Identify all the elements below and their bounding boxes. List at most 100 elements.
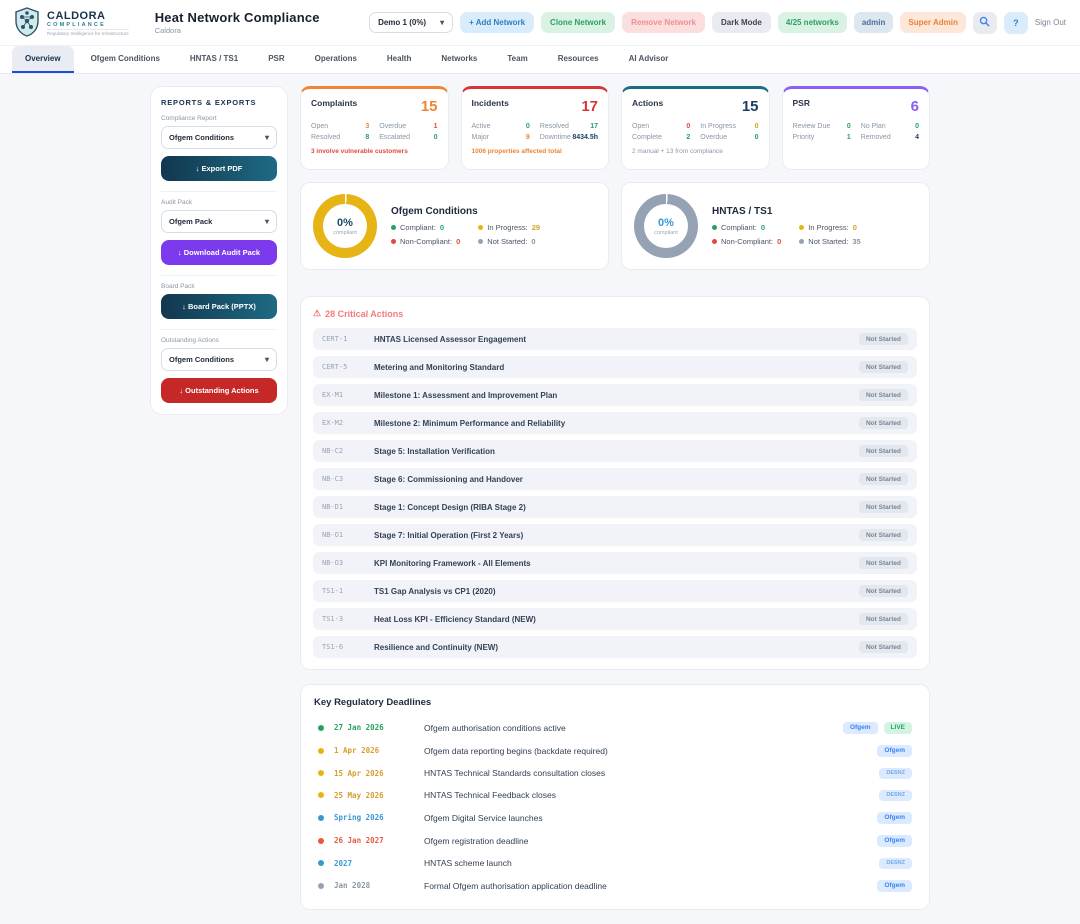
- tab-ai-advisor[interactable]: AI Advisor: [616, 46, 682, 73]
- status-badge: Not Started: [859, 501, 908, 513]
- critical-action-row[interactable]: NB-D1Stage 1: Concept Design (RIBA Stage…: [313, 496, 917, 518]
- critical-action-row[interactable]: EX-M2Milestone 2: Minimum Performance an…: [313, 412, 917, 434]
- deadline-dot-icon: [318, 770, 324, 776]
- deadline-dot-icon: [318, 815, 324, 821]
- tab-team[interactable]: Team: [494, 46, 540, 73]
- status-badge: Not Started: [859, 417, 908, 429]
- kv-label: Escalated: [379, 134, 410, 141]
- critical-action-row[interactable]: NB-O1Stage 7: Initial Operation (First 2…: [313, 524, 917, 546]
- add-network-button[interactable]: + Add Network: [460, 12, 534, 33]
- compliance-report-select[interactable]: Ofgem Conditions ▾: [161, 126, 277, 149]
- board-pack-button[interactable]: ↓ Board Pack (PPTX): [161, 294, 277, 319]
- networks-count-badge: 4/25 networks: [778, 12, 847, 33]
- deadline-date: Spring 2026: [334, 813, 414, 822]
- ofgem-donut-title: Ofgem Conditions: [391, 206, 540, 217]
- tab-overview[interactable]: Overview: [12, 46, 74, 73]
- critical-action-row[interactable]: NB-C3Stage 6: Commissioning and Handover…: [313, 468, 917, 490]
- deadline-text: HNTAS Technical Feedback closes: [424, 790, 869, 800]
- incidents-title: Incidents: [472, 98, 509, 108]
- complaints-title: Complaints: [311, 98, 357, 108]
- critical-action-row[interactable]: CERT-5Metering and Monitoring StandardNo…: [313, 356, 917, 378]
- legend-value: 29: [532, 223, 540, 232]
- compliance-report-value: Ofgem Conditions: [169, 133, 234, 142]
- kv-label: Major: [472, 134, 490, 141]
- remove-network-button[interactable]: Remove Network: [622, 12, 705, 33]
- export-pdf-button[interactable]: ↓ Export PDF: [161, 156, 277, 181]
- search-button[interactable]: [973, 12, 997, 34]
- legend-dot-icon: [391, 225, 396, 230]
- deadline-text: HNTAS scheme launch: [424, 858, 869, 868]
- kv-value: 0: [755, 123, 759, 130]
- caldora-shield-logo-icon: [14, 7, 40, 39]
- tab-resources[interactable]: Resources: [545, 46, 612, 73]
- complaints-total: 15: [421, 98, 438, 115]
- tab-ofgem-conditions[interactable]: Ofgem Conditions: [78, 46, 173, 73]
- hntas-ts1-donut-card: 0% compliant HNTAS / TS1 Compliant:0 In …: [621, 182, 930, 270]
- hntas-donut-sublabel: compliant: [654, 230, 678, 236]
- action-title: Heat Loss KPI - Efficiency Standard (NEW…: [374, 615, 847, 624]
- hntas-donut-title: HNTAS / TS1: [712, 206, 861, 217]
- status-badge: Not Started: [859, 613, 908, 625]
- legend-dot-icon: [478, 225, 483, 230]
- download-audit-pack-button[interactable]: ↓ Download Audit Pack: [161, 240, 277, 265]
- ofgem-donut-chart: 0% compliant: [313, 194, 377, 258]
- legend-dot-icon: [712, 239, 717, 244]
- clone-network-button[interactable]: Clone Network: [541, 12, 615, 33]
- status-badge: Not Started: [859, 389, 908, 401]
- legend-value: 35: [852, 237, 860, 246]
- kv-label: Resolved: [311, 134, 340, 141]
- sign-out-link[interactable]: Sign Out: [1035, 18, 1066, 27]
- chevron-down-icon: ▾: [265, 217, 269, 226]
- critical-action-row[interactable]: EX-M1Milestone 1: Assessment and Improve…: [313, 384, 917, 406]
- action-code: TS1-6: [322, 643, 362, 651]
- critical-action-row[interactable]: TS1-1TS1 Gap Analysis vs CP1 (2020)Not S…: [313, 580, 917, 602]
- tab-psr[interactable]: PSR: [255, 46, 297, 73]
- ofgem-donut-sublabel: compliant: [333, 230, 357, 236]
- legend-value: 0: [761, 223, 765, 232]
- tab-networks[interactable]: Networks: [428, 46, 490, 73]
- tab-hntas-ts1[interactable]: HNTAS / TS1: [177, 46, 251, 73]
- help-button[interactable]: ?: [1004, 12, 1028, 34]
- kv-value: 4: [915, 134, 919, 141]
- outstanding-actions-label: Outstanding Actions: [161, 337, 277, 344]
- username-badge: admin: [854, 12, 894, 33]
- brand: CALDORA COMPLIANCE Regulatory Intelligen…: [14, 7, 139, 39]
- deadline-dot-icon: [318, 838, 324, 844]
- kv-value: 0: [434, 134, 438, 141]
- critical-action-row[interactable]: TS1-3Heat Loss KPI - Efficiency Standard…: [313, 608, 917, 630]
- legend-label: Not Started:: [808, 237, 848, 246]
- deadline-date: 26 Jan 2027: [334, 836, 414, 845]
- desnz-badge: DESNZ: [879, 768, 912, 779]
- network-select[interactable]: Demo 1 (0%) ▾: [369, 12, 453, 33]
- critical-action-row[interactable]: TS1-6Resilience and Continuity (NEW)Not …: [313, 636, 917, 658]
- tab-operations[interactable]: Operations: [302, 46, 370, 73]
- tab-health[interactable]: Health: [374, 46, 424, 73]
- critical-action-row[interactable]: NB-O3KPI Monitoring Framework - All Elem…: [313, 552, 917, 574]
- audit-pack-select[interactable]: Ofgem Pack ▾: [161, 210, 277, 233]
- desnz-badge: DESNZ: [879, 858, 912, 869]
- action-code: NB-C3: [322, 475, 362, 483]
- actions-title: Actions: [632, 98, 663, 108]
- outstanding-actions-select[interactable]: Ofgem Conditions ▾: [161, 348, 277, 371]
- legend-value: 0: [777, 237, 781, 246]
- deadline-text: Ofgem registration deadline: [424, 836, 867, 846]
- deadline-text: Formal Ofgem authorisation application d…: [424, 881, 867, 891]
- outstanding-actions-button[interactable]: ↓ Outstanding Actions: [161, 378, 277, 403]
- kv-label: Open: [311, 123, 328, 130]
- kv-value: 0: [915, 123, 919, 130]
- critical-action-row[interactable]: CERT-1HNTAS Licensed Assessor Engagement…: [313, 328, 917, 350]
- deadline-row: 25 May 2026 HNTAS Technical Feedback clo…: [314, 784, 916, 806]
- critical-action-row[interactable]: NB-C2Stage 5: Installation VerificationN…: [313, 440, 917, 462]
- deadline-text: Ofgem authorisation conditions active: [424, 723, 833, 733]
- deadline-row: 15 Apr 2026 HNTAS Technical Standards co…: [314, 762, 916, 784]
- deadline-text: Ofgem data reporting begins (backdate re…: [424, 746, 867, 756]
- kv-label: Review Due: [793, 123, 831, 130]
- chevron-down-icon: ▾: [265, 133, 269, 142]
- action-title: Resilience and Continuity (NEW): [374, 643, 847, 652]
- reports-exports-panel: REPORTS & EXPORTS Compliance Report Ofge…: [150, 86, 288, 415]
- action-title: HNTAS Licensed Assessor Engagement: [374, 335, 847, 344]
- action-title: Stage 1: Concept Design (RIBA Stage 2): [374, 503, 847, 512]
- ofgem-donut-percent: 0%: [337, 217, 353, 229]
- dark-mode-button[interactable]: Dark Mode: [712, 12, 771, 33]
- audit-pack-label: Audit Pack: [161, 199, 277, 206]
